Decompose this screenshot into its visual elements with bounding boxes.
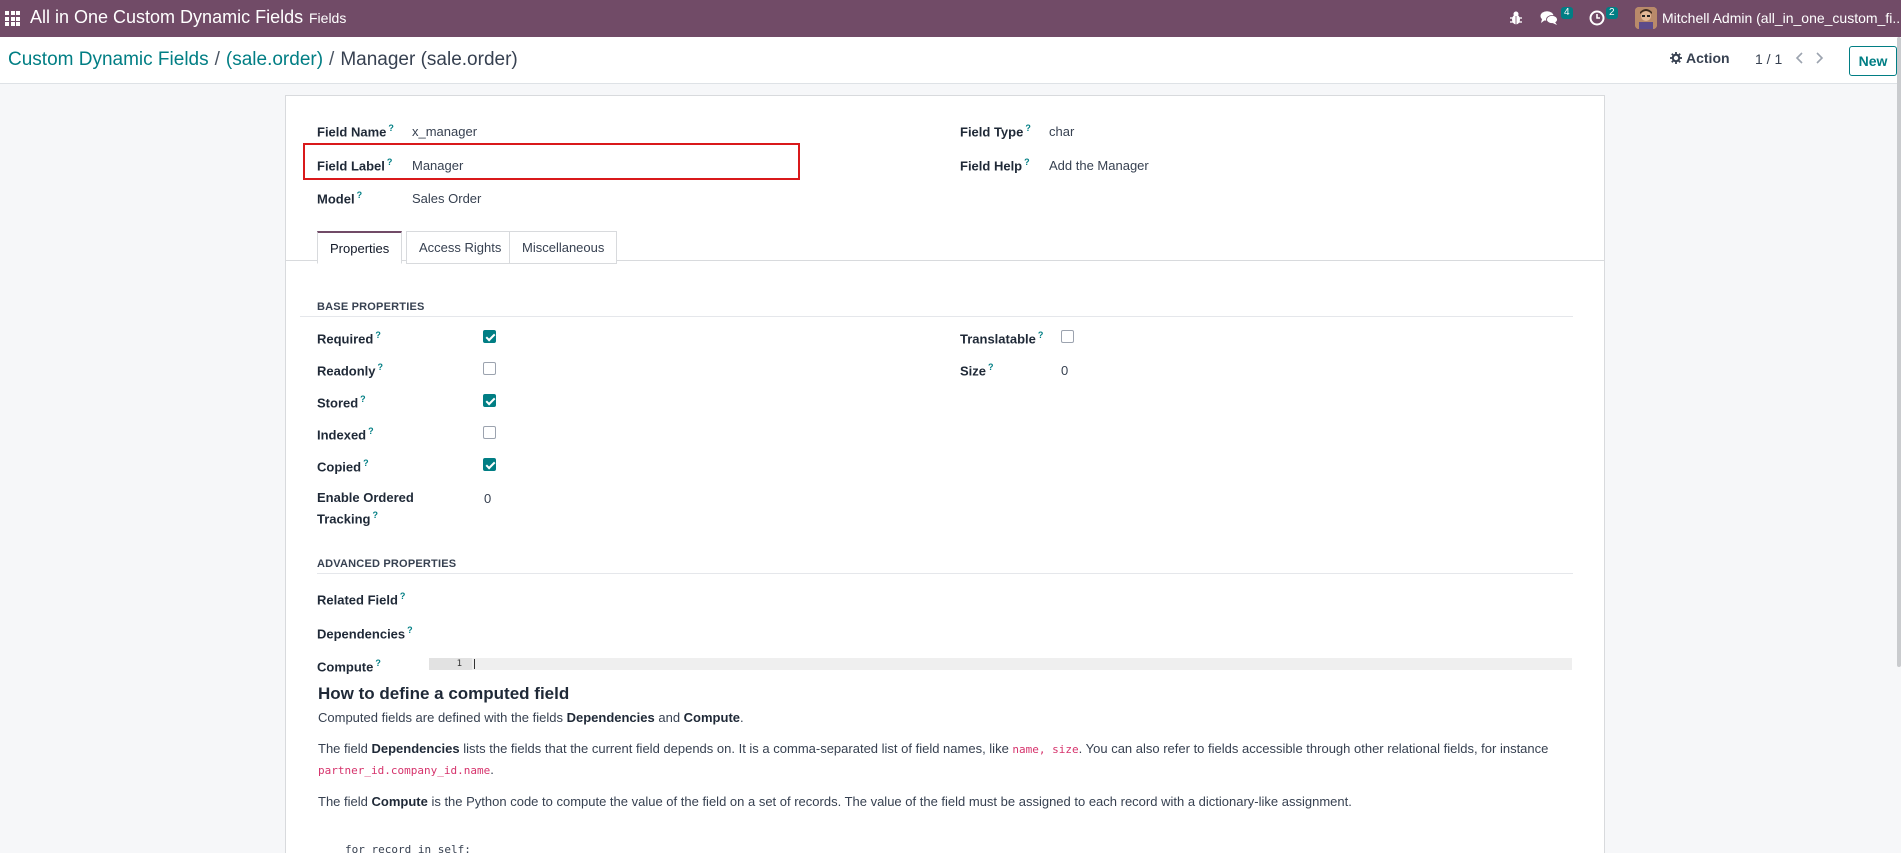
apps-menu-icon[interactable]: [5, 11, 20, 26]
base-properties-title: BASE PROPERTIES: [317, 301, 425, 313]
messages-count-badge: 4: [1561, 7, 1573, 19]
tab-miscellaneous[interactable]: Miscellaneous: [509, 231, 618, 264]
field-help-label: Field Help?: [960, 157, 1030, 174]
breadcrumb-current-record: Manager (sale.order): [340, 49, 518, 70]
chevron-right-icon[interactable]: [1814, 51, 1824, 65]
help-tooltip-icon[interactable]: ?: [388, 123, 394, 133]
stored-label: Stored?: [317, 394, 366, 411]
help-tooltip-icon[interactable]: ?: [1024, 157, 1030, 167]
help-tooltip-icon[interactable]: ?: [360, 394, 366, 404]
readonly-label: Readonly?: [317, 362, 384, 379]
breadcrumb: Custom Dynamic Fields / (sale.order) / Manag…: [8, 49, 518, 71]
activities-clock-icon[interactable]: [1589, 10, 1605, 26]
help-title: How to define a computed field: [318, 684, 570, 703]
help-paragraph-2: The field Dependencies lists the fields …: [318, 741, 1549, 777]
gear-icon: [1670, 52, 1682, 64]
help-tooltip-icon[interactable]: ?: [1025, 123, 1031, 133]
help-tooltip-icon[interactable]: ?: [400, 591, 406, 601]
menu-fields[interactable]: Fields: [309, 10, 346, 26]
indexed-label: Indexed?: [317, 426, 374, 443]
copied-checkbox[interactable]: [483, 458, 496, 471]
page-scrollbar[interactable]: [1897, 37, 1901, 667]
field-type-value[interactable]: char: [1049, 124, 1074, 139]
required-checkbox[interactable]: [483, 330, 496, 343]
app-title[interactable]: All in One Custom Dynamic Fields: [30, 7, 303, 28]
section-divider: [317, 573, 1573, 574]
breadcrumb-sale-order[interactable]: (sale.order): [226, 49, 323, 70]
help-tooltip-icon[interactable]: ?: [357, 190, 363, 200]
size-label: Size?: [960, 362, 994, 379]
help-tooltip-icon[interactable]: ?: [378, 362, 384, 372]
breadcrumb-separator: /: [329, 49, 335, 70]
breadcrumb-custom-dynamic-fields[interactable]: Custom Dynamic Fields: [8, 49, 209, 70]
field-label-highlight-box: [303, 143, 800, 180]
tracking-label-line2: Tracking?: [317, 510, 378, 527]
stored-checkbox[interactable]: [483, 394, 496, 407]
breadcrumb-separator: /: [214, 49, 220, 70]
help-tooltip-icon[interactable]: ?: [988, 362, 994, 372]
user-avatar[interactable]: [1635, 7, 1657, 29]
help-tooltip-icon[interactable]: ?: [407, 625, 413, 635]
notebook-tabs: Properties Access Rights Miscellaneous: [286, 231, 1604, 264]
chevron-left-icon[interactable]: [1795, 51, 1805, 65]
pager-value[interactable]: 1 / 1: [1755, 51, 1782, 67]
help-paragraph-3: The field Compute is the Python code to …: [318, 794, 1352, 809]
form-sheet: Field Name? x_manager Field Label? Manag…: [285, 95, 1605, 853]
tracking-value[interactable]: 0: [484, 491, 491, 506]
help-tooltip-icon[interactable]: ?: [375, 330, 381, 340]
translatable-label: Translatable?: [960, 330, 1044, 347]
field-help-value[interactable]: Add the Manager: [1049, 158, 1149, 173]
help-tooltip-icon[interactable]: ?: [375, 658, 381, 668]
field-name-label: Field Name?: [317, 123, 394, 140]
line-number: 1: [429, 658, 472, 670]
required-label: Required?: [317, 330, 381, 347]
copied-label: Copied?: [317, 458, 369, 475]
section-divider: [300, 316, 1573, 317]
compute-code-editor[interactable]: 1: [429, 658, 1572, 670]
related-field-label: Related Field?: [317, 591, 406, 608]
advanced-properties-title: ADVANCED PROPERTIES: [317, 558, 457, 570]
bug-icon[interactable]: [1509, 10, 1523, 26]
readonly-checkbox[interactable]: [483, 362, 496, 375]
tab-properties[interactable]: Properties: [317, 231, 403, 264]
messages-icon[interactable]: [1540, 10, 1558, 26]
top-navbar: All in One Custom Dynamic Fields Fields …: [0, 0, 1901, 37]
code-example: for record in self:: [345, 843, 471, 853]
tracking-label-line1: Enable Ordered: [317, 490, 414, 505]
translatable-checkbox[interactable]: [1061, 330, 1074, 343]
indexed-checkbox[interactable]: [483, 426, 496, 439]
action-label: Action: [1686, 50, 1730, 66]
user-menu[interactable]: Mitchell Admin (all_in_one_custom_fi...: [1662, 10, 1901, 26]
activities-count-badge: 2: [1606, 7, 1618, 19]
new-button[interactable]: New: [1849, 46, 1897, 76]
model-value[interactable]: Sales Order: [412, 191, 481, 206]
action-button[interactable]: Action: [1670, 50, 1730, 66]
help-tooltip-icon[interactable]: ?: [372, 510, 378, 520]
field-name-value[interactable]: x_manager: [412, 124, 477, 139]
model-label: Model?: [317, 190, 363, 207]
tab-access-rights[interactable]: Access Rights: [406, 231, 515, 264]
help-tooltip-icon[interactable]: ?: [368, 426, 374, 436]
size-value[interactable]: 0: [1061, 363, 1068, 378]
field-type-label: Field Type?: [960, 123, 1031, 140]
dependencies-label: Dependencies?: [317, 625, 413, 642]
text-cursor: [474, 659, 475, 669]
help-paragraph-1: Computed fields are defined with the fie…: [318, 710, 744, 725]
help-tooltip-icon[interactable]: ?: [1038, 330, 1044, 340]
help-tooltip-icon[interactable]: ?: [363, 458, 369, 468]
compute-label: Compute?: [317, 658, 381, 675]
control-panel: Custom Dynamic Fields / (sale.order) / Manag…: [0, 37, 1901, 84]
